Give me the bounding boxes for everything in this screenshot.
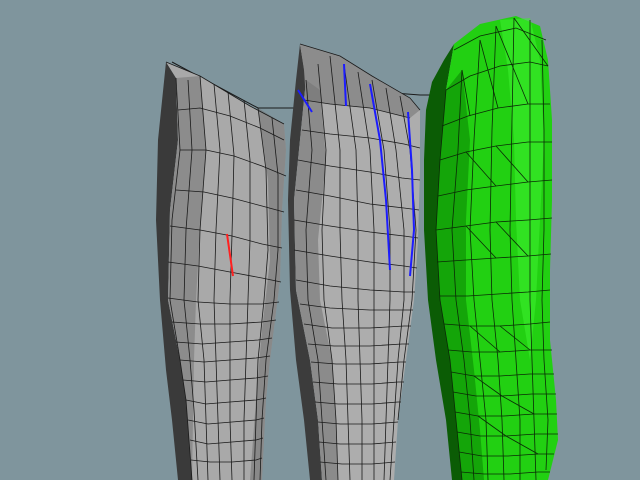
- viewport-canvas[interactable]: [0, 0, 640, 480]
- 3d-viewport[interactable]: [0, 0, 640, 480]
